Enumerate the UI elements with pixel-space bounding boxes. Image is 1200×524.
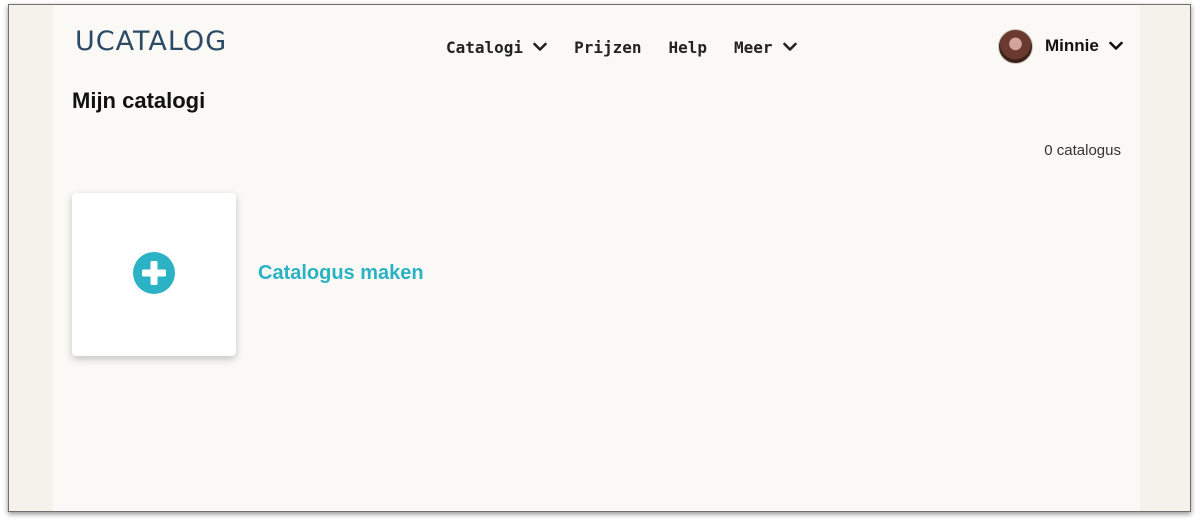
user-name: Minnie [1045, 36, 1099, 55]
avatar [998, 28, 1033, 64]
ucatalog-logo[interactable]: UCATALOG [75, 26, 227, 57]
chevron-down-icon [1109, 41, 1123, 50]
create-catalog-card[interactable] [72, 193, 236, 356]
page: UCATALOG Catalogi Prijzen Help Meer Minn… [53, 5, 1140, 511]
page-title: Mijn catalogi [72, 88, 206, 113]
nav-help-label: Help [668, 37, 708, 57]
nav-help[interactable]: Help [669, 38, 708, 57]
nav-prijzen[interactable]: Prijzen [574, 38, 641, 57]
user-menu[interactable]: Minnie [998, 28, 1123, 64]
browser-viewport: UCATALOG Catalogi Prijzen Help Meer Minn… [8, 4, 1191, 512]
nav-catalogi[interactable]: Catalogi [446, 38, 547, 57]
nav-prijzen-label: Prijzen [574, 37, 642, 57]
nav-meer[interactable]: Meer [734, 38, 797, 57]
plus-circle-icon [133, 252, 175, 294]
nav-catalogi-label: Catalogi [446, 37, 524, 57]
main-nav: Catalogi Prijzen Help Meer [446, 36, 797, 58]
catalog-count: 0 catalogus [1044, 142, 1121, 159]
create-catalog-link[interactable]: Catalogus maken [258, 262, 424, 285]
chevron-down-icon [533, 42, 547, 51]
nav-meer-label: Meer [734, 37, 773, 57]
chevron-down-icon [782, 42, 797, 51]
